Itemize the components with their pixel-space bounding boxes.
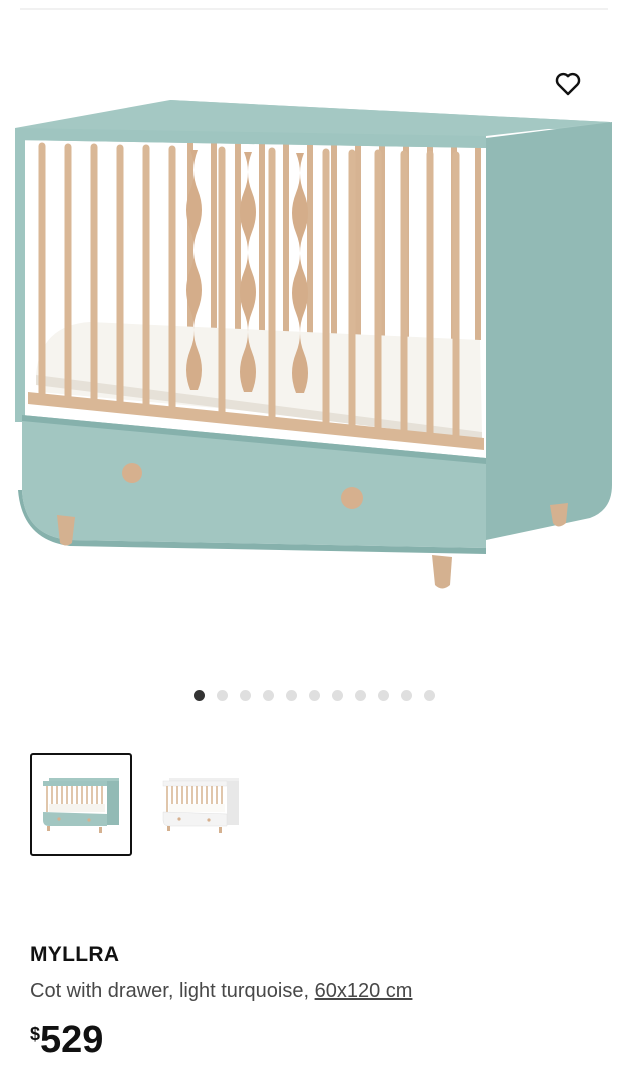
gallery-dot[interactable] (308, 689, 320, 701)
gallery-dot[interactable] (239, 689, 251, 701)
product-description-text: Cot with drawer, light turquoise, (30, 980, 315, 1002)
thumbnail-turquoise[interactable] (30, 753, 132, 856)
gallery-dot[interactable] (423, 689, 435, 701)
product-price: $ 529 (30, 1018, 103, 1062)
variant-thumbnails (30, 753, 252, 856)
crib-illustration (15, 100, 612, 589)
size-link[interactable]: 60x120 cm (315, 980, 413, 1002)
gallery-dot[interactable] (262, 689, 274, 701)
price-currency: $ (30, 1024, 41, 1044)
heart-outline-icon (555, 72, 581, 96)
gallery-dot[interactable] (285, 689, 297, 701)
product-name: MYLLRA (30, 943, 120, 966)
gallery-dot[interactable] (377, 689, 389, 701)
gallery-dot[interactable] (354, 689, 366, 701)
crib-turquoise-thumbnail (43, 777, 119, 833)
favorite-button[interactable] (550, 66, 586, 102)
gallery-dot[interactable] (216, 689, 228, 701)
product-image[interactable] (0, 40, 628, 640)
crib-white-thumbnail (162, 777, 239, 833)
gallery-dot[interactable] (193, 689, 205, 701)
gallery-pagination (0, 688, 628, 702)
gallery-dot[interactable] (400, 689, 412, 701)
top-divider (20, 8, 608, 10)
price-amount: 529 (40, 1019, 104, 1061)
gallery-dot[interactable] (331, 689, 343, 701)
thumbnail-white[interactable] (150, 753, 252, 856)
product-description: Cot with drawer, light turquoise, 60x120… (30, 980, 412, 1003)
